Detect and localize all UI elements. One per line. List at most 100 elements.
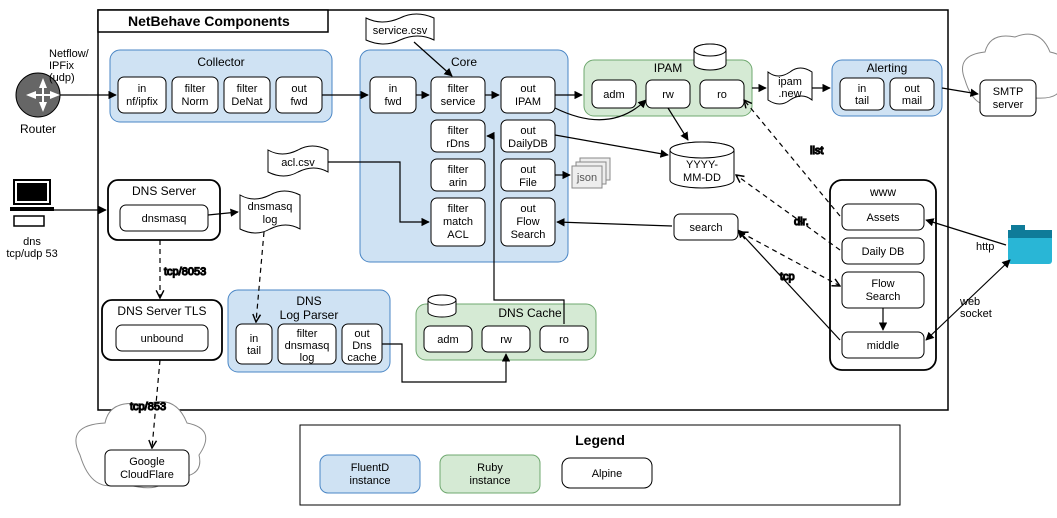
svg-text:YYYY-: YYYY- bbox=[686, 159, 718, 171]
svg-text:Log Parser: Log Parser bbox=[280, 308, 339, 322]
svg-text:IPFix: IPFix bbox=[49, 60, 75, 72]
svg-text:out: out bbox=[520, 125, 535, 137]
svg-text:cache: cache bbox=[347, 352, 376, 364]
svg-text:Dns: Dns bbox=[352, 340, 372, 352]
svg-text:ipam: ipam bbox=[778, 76, 802, 88]
svg-text:match: match bbox=[443, 216, 473, 228]
svg-text:dnsmasq: dnsmasq bbox=[285, 340, 330, 352]
yyyymmdd-db-icon: YYYY- MM-DD bbox=[670, 142, 734, 188]
svg-text:rDns: rDns bbox=[446, 138, 470, 150]
svg-text:mail: mail bbox=[902, 95, 922, 107]
dns-server-group: DNS Server dnsmasq bbox=[108, 180, 220, 240]
svg-text:log: log bbox=[263, 214, 278, 226]
svg-text:Alerting: Alerting bbox=[867, 61, 908, 75]
svg-text:arin: arin bbox=[449, 177, 467, 189]
svg-text:Flow: Flow bbox=[871, 278, 894, 290]
svg-text:tcp/udp 53: tcp/udp 53 bbox=[6, 248, 57, 260]
svg-text:out: out bbox=[291, 83, 306, 95]
google-cloud-icon: Google CloudFlare bbox=[76, 402, 206, 488]
svg-text:Flow: Flow bbox=[516, 216, 539, 228]
svg-text:IPAM: IPAM bbox=[515, 96, 541, 108]
svg-text:log: log bbox=[300, 352, 315, 364]
svg-text:filter: filter bbox=[237, 83, 258, 95]
svg-text:Core: Core bbox=[451, 55, 477, 69]
svg-text:rw: rw bbox=[662, 89, 674, 101]
svg-text:Legend: Legend bbox=[575, 432, 625, 448]
acl-csv-doc-icon: acl.csv bbox=[268, 146, 328, 176]
svg-text:in: in bbox=[858, 83, 867, 95]
dns-server-tls-group: DNS Server TLS unbound bbox=[102, 300, 222, 360]
svg-text:Google: Google bbox=[129, 456, 164, 468]
svg-text:dir.: dir. bbox=[794, 216, 809, 228]
svg-text:out: out bbox=[520, 203, 535, 215]
legend-ruby bbox=[440, 455, 540, 493]
core-group: Core in fwd filter service filter rDns f… bbox=[360, 50, 568, 262]
svg-text:DailyDB: DailyDB bbox=[508, 138, 548, 150]
svg-text:rw: rw bbox=[500, 334, 512, 346]
svg-text:instance: instance bbox=[470, 475, 511, 487]
client-pc-icon bbox=[10, 180, 54, 226]
svg-text:adm: adm bbox=[437, 334, 458, 346]
svg-text:SMTP: SMTP bbox=[993, 86, 1024, 98]
svg-text:.new: .new bbox=[778, 88, 801, 100]
svg-text:filter: filter bbox=[185, 83, 206, 95]
netflow-label: Netflow/ bbox=[49, 48, 90, 60]
svg-text:unbound: unbound bbox=[141, 333, 184, 345]
svg-text:filter: filter bbox=[448, 83, 469, 95]
svg-text:DNS Server: DNS Server bbox=[132, 184, 196, 198]
dnsmasq-log-doc-icon: dnsmasq log bbox=[240, 191, 300, 233]
svg-text:Daily DB: Daily DB bbox=[862, 246, 905, 258]
svg-text:Ruby: Ruby bbox=[477, 462, 503, 474]
ipam-group: IPAM adm rw ro bbox=[584, 44, 752, 116]
svg-text:socket: socket bbox=[960, 308, 992, 320]
svg-text:Norm: Norm bbox=[182, 96, 209, 108]
svg-text:IPAM: IPAM bbox=[654, 61, 682, 75]
svg-text:tail: tail bbox=[855, 95, 869, 107]
svg-text:www: www bbox=[869, 185, 896, 199]
svg-text:ro: ro bbox=[717, 89, 727, 101]
www-group: www Assets Daily DB Flow Search middle bbox=[830, 180, 936, 370]
svg-text:Router: Router bbox=[20, 122, 56, 136]
svg-text:Assets: Assets bbox=[866, 212, 900, 224]
svg-text:File: File bbox=[519, 177, 537, 189]
collector-group: Collector in nf/ipfix filter Norm filter… bbox=[110, 50, 332, 122]
svg-text:in: in bbox=[389, 83, 398, 95]
svg-text:dnsmasq: dnsmasq bbox=[142, 213, 187, 225]
legend-fluentd bbox=[320, 455, 420, 493]
svg-text:acl.csv: acl.csv bbox=[281, 157, 315, 169]
svg-text:service: service bbox=[441, 96, 476, 108]
svg-text:dns: dns bbox=[23, 236, 41, 248]
svg-text:filter: filter bbox=[448, 164, 469, 176]
service-csv-doc-icon: service.csv bbox=[366, 14, 434, 44]
svg-text:(udp): (udp) bbox=[49, 72, 75, 84]
svg-text:ro: ro bbox=[559, 334, 569, 346]
svg-text:Collector: Collector bbox=[197, 55, 244, 69]
frame-title: NetBehave Components bbox=[128, 13, 290, 29]
svg-text:nf/ipfix: nf/ipfix bbox=[126, 96, 158, 108]
svg-text:out: out bbox=[904, 83, 919, 95]
dns-cache-group: DNS Cache adm rw ro bbox=[416, 295, 596, 360]
smtp-cloud-icon: SMTP server bbox=[963, 34, 1057, 116]
svg-text:FluentD: FluentD bbox=[351, 462, 390, 474]
legend-box: Legend FluentD instance Ruby instance Al… bbox=[300, 425, 900, 505]
svg-text:DNS Cache: DNS Cache bbox=[498, 306, 562, 320]
svg-text:middle: middle bbox=[867, 340, 899, 352]
svg-text:tail: tail bbox=[247, 345, 261, 357]
svg-text:json: json bbox=[576, 172, 597, 184]
svg-text:filter: filter bbox=[297, 328, 318, 340]
svg-text:Search: Search bbox=[511, 229, 546, 241]
json-stack-icon: json bbox=[572, 158, 610, 188]
svg-text:service.csv: service.csv bbox=[373, 25, 428, 37]
svg-text:search: search bbox=[689, 222, 722, 234]
svg-text:DNS Server TLS: DNS Server TLS bbox=[117, 304, 206, 318]
svg-text:tcp/853: tcp/853 bbox=[130, 401, 166, 413]
svg-text:out: out bbox=[520, 164, 535, 176]
svg-text:Alpine: Alpine bbox=[592, 468, 623, 480]
svg-text:filter: filter bbox=[448, 125, 469, 137]
ipam-db-icon bbox=[694, 44, 726, 70]
svg-text:DeNat: DeNat bbox=[231, 96, 262, 108]
svg-text:out: out bbox=[520, 83, 535, 95]
svg-text:dnsmasq: dnsmasq bbox=[248, 201, 293, 213]
svg-text:in: in bbox=[250, 333, 259, 345]
svg-text:MM-DD: MM-DD bbox=[683, 172, 721, 184]
